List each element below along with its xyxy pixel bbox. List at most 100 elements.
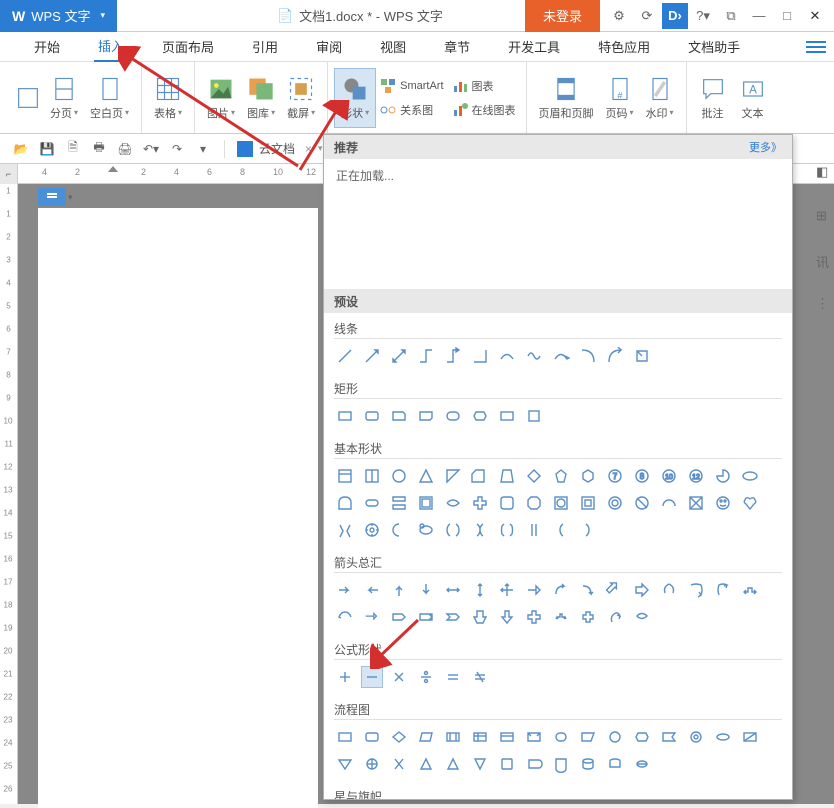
shape-item[interactable] (469, 345, 491, 367)
shapes-button[interactable]: 形状▾ (334, 68, 376, 128)
shape-item[interactable] (442, 405, 464, 427)
shape-item[interactable] (361, 726, 383, 748)
online-chart-button[interactable]: 在线图表 (452, 100, 516, 120)
shape-item[interactable] (496, 345, 518, 367)
shape-item[interactable] (388, 666, 410, 688)
shape-item[interactable] (415, 726, 437, 748)
chart-button[interactable]: 图表 (452, 76, 516, 96)
shape-item[interactable] (388, 726, 410, 748)
shape-item[interactable] (739, 579, 761, 601)
shape-item[interactable] (388, 753, 410, 775)
shape-item[interactable] (685, 726, 707, 748)
tab-insert[interactable]: 插入 (94, 32, 128, 62)
shape-item[interactable] (361, 492, 383, 514)
shape-item[interactable] (523, 753, 545, 775)
shape-item[interactable] (523, 492, 545, 514)
shape-item[interactable] (469, 726, 491, 748)
shape-item[interactable] (631, 579, 653, 601)
shape-item[interactable] (496, 405, 518, 427)
tab-layout[interactable]: 页面布局 (158, 32, 218, 62)
shape-item[interactable] (388, 579, 410, 601)
maximize-icon[interactable]: □ (774, 3, 800, 29)
shape-item[interactable] (334, 606, 356, 628)
settings-icon[interactable]: ⚙ (606, 3, 632, 29)
shape-item[interactable] (442, 753, 464, 775)
shape-item[interactable] (577, 345, 599, 367)
document-page[interactable] (38, 208, 318, 808)
shape-item[interactable] (469, 753, 491, 775)
shape-item[interactable] (496, 465, 518, 487)
shape-item[interactable] (496, 519, 518, 541)
shape-item[interactable] (361, 519, 383, 541)
shape-item[interactable] (658, 579, 680, 601)
shape-item[interactable] (577, 606, 599, 628)
shape-item[interactable] (415, 465, 437, 487)
shape-item[interactable] (442, 519, 464, 541)
comment-button[interactable]: 批注 (693, 68, 733, 128)
print-direct-icon[interactable]: 🖨 (116, 140, 134, 158)
shape-item[interactable] (577, 726, 599, 748)
close-cloud-icon[interactable]: × (305, 142, 312, 156)
shape-item[interactable] (712, 492, 734, 514)
shape-item[interactable] (361, 753, 383, 775)
shape-item[interactable] (523, 579, 545, 601)
page-break-button[interactable]: 分页▾ (44, 68, 84, 128)
shape-item[interactable] (496, 579, 518, 601)
shape-item[interactable] (442, 579, 464, 601)
login-button[interactable]: 未登录 (525, 0, 600, 32)
tab-helper[interactable]: 文档助手 (684, 32, 744, 62)
shape-item[interactable] (631, 345, 653, 367)
shape-item[interactable] (388, 405, 410, 427)
blank-page-button[interactable]: 空白页▾ (84, 68, 135, 128)
more-link[interactable]: 更多》 (749, 139, 782, 155)
picture-button[interactable]: 图片▾ (201, 68, 241, 128)
shape-item[interactable] (442, 606, 464, 628)
shape-item[interactable] (469, 465, 491, 487)
shape-item[interactable] (415, 492, 437, 514)
shape-item[interactable] (658, 726, 680, 748)
shape-item[interactable] (469, 405, 491, 427)
shape-item[interactable] (361, 666, 383, 688)
shape-item[interactable] (442, 492, 464, 514)
shape-item[interactable] (712, 726, 734, 748)
hamburger-icon[interactable] (806, 37, 826, 57)
shape-item[interactable] (496, 753, 518, 775)
tab-references[interactable]: 引用 (248, 32, 282, 62)
vertical-ruler[interactable]: 1123456789101112131415161718192021222324… (0, 184, 18, 804)
shape-item[interactable] (658, 492, 680, 514)
shape-item[interactable] (577, 753, 599, 775)
shape-item[interactable] (550, 753, 572, 775)
shape-item[interactable] (361, 465, 383, 487)
shape-item[interactable]: 12 (685, 465, 707, 487)
tab-review[interactable]: 审阅 (312, 32, 346, 62)
shape-item[interactable] (604, 492, 626, 514)
page-number-button[interactable]: # 页码▾ (600, 68, 640, 128)
shape-item[interactable] (469, 666, 491, 688)
shape-item[interactable] (442, 666, 464, 688)
shape-item[interactable] (550, 519, 572, 541)
shape-item[interactable] (361, 345, 383, 367)
tab-sections[interactable]: 章节 (440, 32, 474, 62)
gallery-button[interactable]: 图库▾ (241, 68, 281, 128)
shape-item[interactable] (415, 519, 437, 541)
chevron-down-icon[interactable]: ▾ (68, 192, 73, 203)
shape-item[interactable] (388, 606, 410, 628)
shape-item[interactable] (334, 465, 356, 487)
shape-item[interactable] (577, 579, 599, 601)
shape-item[interactable] (388, 519, 410, 541)
tab-home[interactable]: 开始 (30, 32, 64, 62)
shape-item[interactable] (496, 726, 518, 748)
shape-item[interactable] (631, 753, 653, 775)
shape-item[interactable] (334, 579, 356, 601)
shape-item[interactable] (469, 519, 491, 541)
screenshot-button[interactable]: 截屏▾ (281, 68, 321, 128)
shape-item[interactable] (604, 606, 626, 628)
shape-item[interactable] (631, 492, 653, 514)
shape-item[interactable] (334, 492, 356, 514)
relations-button[interactable]: 关系图 (380, 100, 443, 120)
shape-item[interactable] (631, 726, 653, 748)
shape-item[interactable] (415, 753, 437, 775)
tab-special[interactable]: 特色应用 (594, 32, 654, 62)
shape-item[interactable] (550, 606, 572, 628)
shape-item[interactable] (604, 726, 626, 748)
